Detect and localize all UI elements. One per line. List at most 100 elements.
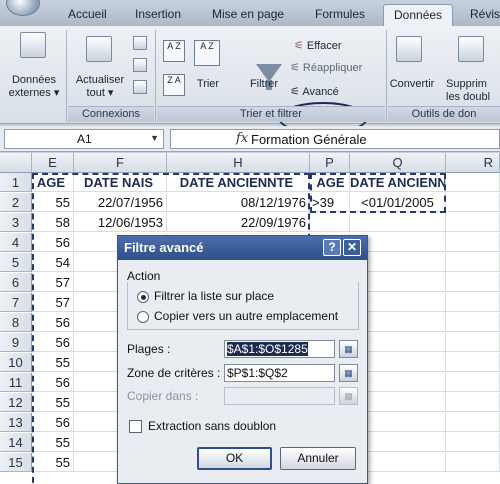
- refresh-all-icon[interactable]: [86, 36, 112, 62]
- row-header-5[interactable]: 5: [0, 253, 32, 272]
- cell-e8[interactable]: 56: [32, 313, 74, 332]
- avance-button[interactable]: ⚟ Avancé: [290, 86, 339, 99]
- sort-za-icon[interactable]: Z A: [163, 74, 185, 96]
- cell-r11[interactable]: [446, 373, 500, 392]
- unique-records-checkbox[interactable]: [129, 420, 142, 433]
- tab-revision[interactable]: Révis: [470, 7, 500, 21]
- cell-h1[interactable]: DATE ANCIENNTE: [167, 173, 310, 192]
- name-box[interactable]: A1 ▼: [4, 129, 164, 149]
- tab-accueil[interactable]: Accueil: [68, 7, 107, 21]
- collapse-dialog-icon[interactable]: ▦: [339, 364, 358, 382]
- supprimer-doublons-button[interactable]: Supprim les doubl: [446, 78, 500, 104]
- cell-f1[interactable]: DATE NAIS: [74, 173, 167, 192]
- cell-p3[interactable]: [310, 213, 350, 232]
- chevron-down-icon[interactable]: ▼: [150, 133, 159, 143]
- close-icon[interactable]: ✕: [343, 239, 361, 256]
- column-header-f[interactable]: F: [74, 153, 167, 173]
- ok-button[interactable]: OK: [197, 447, 272, 470]
- cell-r15[interactable]: [446, 453, 500, 472]
- cell-f3[interactable]: 12/06/1953: [74, 213, 167, 232]
- cell-r8[interactable]: [446, 313, 500, 332]
- radio-filter-label[interactable]: Filtrer la liste sur place: [154, 289, 274, 303]
- insert-function-icon[interactable]: fx: [236, 131, 248, 146]
- cell-e9[interactable]: 56: [32, 333, 74, 352]
- row-header-8[interactable]: 8: [0, 313, 32, 332]
- sort-az-icon[interactable]: A Z: [163, 40, 185, 62]
- row-header-9[interactable]: 9: [0, 333, 32, 352]
- row-header-3[interactable]: 3: [0, 213, 32, 232]
- row-header-1[interactable]: 1: [0, 173, 32, 192]
- cell-f2[interactable]: 22/07/1956: [74, 193, 167, 212]
- column-header-r[interactable]: R: [446, 153, 500, 173]
- cell-e2[interactable]: 55: [32, 193, 74, 212]
- donnees-externes-button[interactable]: Données externes ▾: [6, 74, 62, 100]
- row-header-13[interactable]: 13: [0, 413, 32, 432]
- cell-r12[interactable]: [446, 393, 500, 412]
- trier-button[interactable]: Trier: [192, 78, 224, 91]
- cell-e15[interactable]: 55: [32, 453, 74, 472]
- cell-e4[interactable]: 56: [32, 233, 74, 252]
- cell-e1[interactable]: AGE: [32, 173, 74, 192]
- cell-e14[interactable]: 55: [32, 433, 74, 452]
- help-button[interactable]: ?: [323, 239, 341, 256]
- tab-donnees[interactable]: Données: [383, 4, 454, 28]
- edit-links-icon[interactable]: [133, 80, 147, 94]
- cell-e11[interactable]: 56: [32, 373, 74, 392]
- column-header-h[interactable]: H: [167, 153, 310, 173]
- radio-filter-in-place[interactable]: [137, 291, 149, 303]
- cell-r9[interactable]: [446, 333, 500, 352]
- cell-e3[interactable]: 58: [32, 213, 74, 232]
- cell-e12[interactable]: 55: [32, 393, 74, 412]
- cell-r4[interactable]: [446, 233, 500, 252]
- column-header-e[interactable]: E: [32, 153, 74, 173]
- effacer-button[interactable]: ⚟ Effacer: [294, 40, 342, 53]
- cell-e7[interactable]: 57: [32, 293, 74, 312]
- unique-records-label[interactable]: Extraction sans doublon: [148, 419, 276, 433]
- column-header-p[interactable]: P: [310, 153, 350, 173]
- reappliquer-button[interactable]: ⚟ Réappliquer: [290, 62, 362, 75]
- cell-e5[interactable]: 54: [32, 253, 74, 272]
- cell-q3[interactable]: [350, 213, 446, 232]
- row-header-10[interactable]: 10: [0, 353, 32, 372]
- cell-q2[interactable]: <01/01/2005: [350, 193, 446, 212]
- cell-r13[interactable]: [446, 413, 500, 432]
- filtrer-button[interactable]: Filtrer: [244, 78, 284, 91]
- select-all-corner[interactable]: [0, 153, 32, 173]
- row-header-6[interactable]: 6: [0, 273, 32, 292]
- cell-p2[interactable]: >39: [310, 193, 350, 212]
- plages-input[interactable]: $A$1:$O$1285: [224, 340, 335, 358]
- cell-r2[interactable]: [446, 193, 500, 212]
- sort-dialog-icon[interactable]: A Z: [194, 40, 220, 66]
- cell-r7[interactable]: [446, 293, 500, 312]
- cell-r5[interactable]: [446, 253, 500, 272]
- row-header-11[interactable]: 11: [0, 373, 32, 392]
- cell-h2[interactable]: 08/12/1976: [167, 193, 310, 212]
- formula-input[interactable]: Formation Générale: [170, 129, 500, 149]
- row-header-15[interactable]: 15: [0, 453, 32, 472]
- cell-r10[interactable]: [446, 353, 500, 372]
- external-data-icon[interactable]: [20, 32, 46, 58]
- row-header-7[interactable]: 7: [0, 293, 32, 312]
- connections-icon[interactable]: [133, 36, 147, 50]
- cell-r14[interactable]: [446, 433, 500, 452]
- cell-p1[interactable]: AGE: [310, 173, 350, 192]
- radio-copy-label[interactable]: Copier vers un autre emplacement: [154, 309, 338, 323]
- row-header-14[interactable]: 14: [0, 433, 32, 452]
- convert-icon[interactable]: [396, 36, 422, 62]
- tab-formules[interactable]: Formules: [315, 7, 365, 21]
- cell-e10[interactable]: 55: [32, 353, 74, 372]
- column-header-q[interactable]: Q: [350, 153, 446, 173]
- cancel-button[interactable]: Annuler: [280, 447, 356, 470]
- remove-duplicates-icon[interactable]: [458, 36, 484, 62]
- cell-r3[interactable]: [446, 213, 500, 232]
- properties-icon[interactable]: [133, 58, 147, 72]
- row-header-4[interactable]: 4: [0, 233, 32, 252]
- cell-r1[interactable]: [446, 173, 500, 192]
- row-header-2[interactable]: 2: [0, 193, 32, 212]
- cell-e13[interactable]: 56: [32, 413, 74, 432]
- tab-insertion[interactable]: Insertion: [135, 7, 181, 21]
- cell-q1[interactable]: DATE ANCIENNTE: [350, 173, 446, 192]
- cell-h3[interactable]: 22/09/1976: [167, 213, 310, 232]
- cell-e6[interactable]: 57: [32, 273, 74, 292]
- criteres-input[interactable]: $P$1:$Q$2: [224, 364, 335, 382]
